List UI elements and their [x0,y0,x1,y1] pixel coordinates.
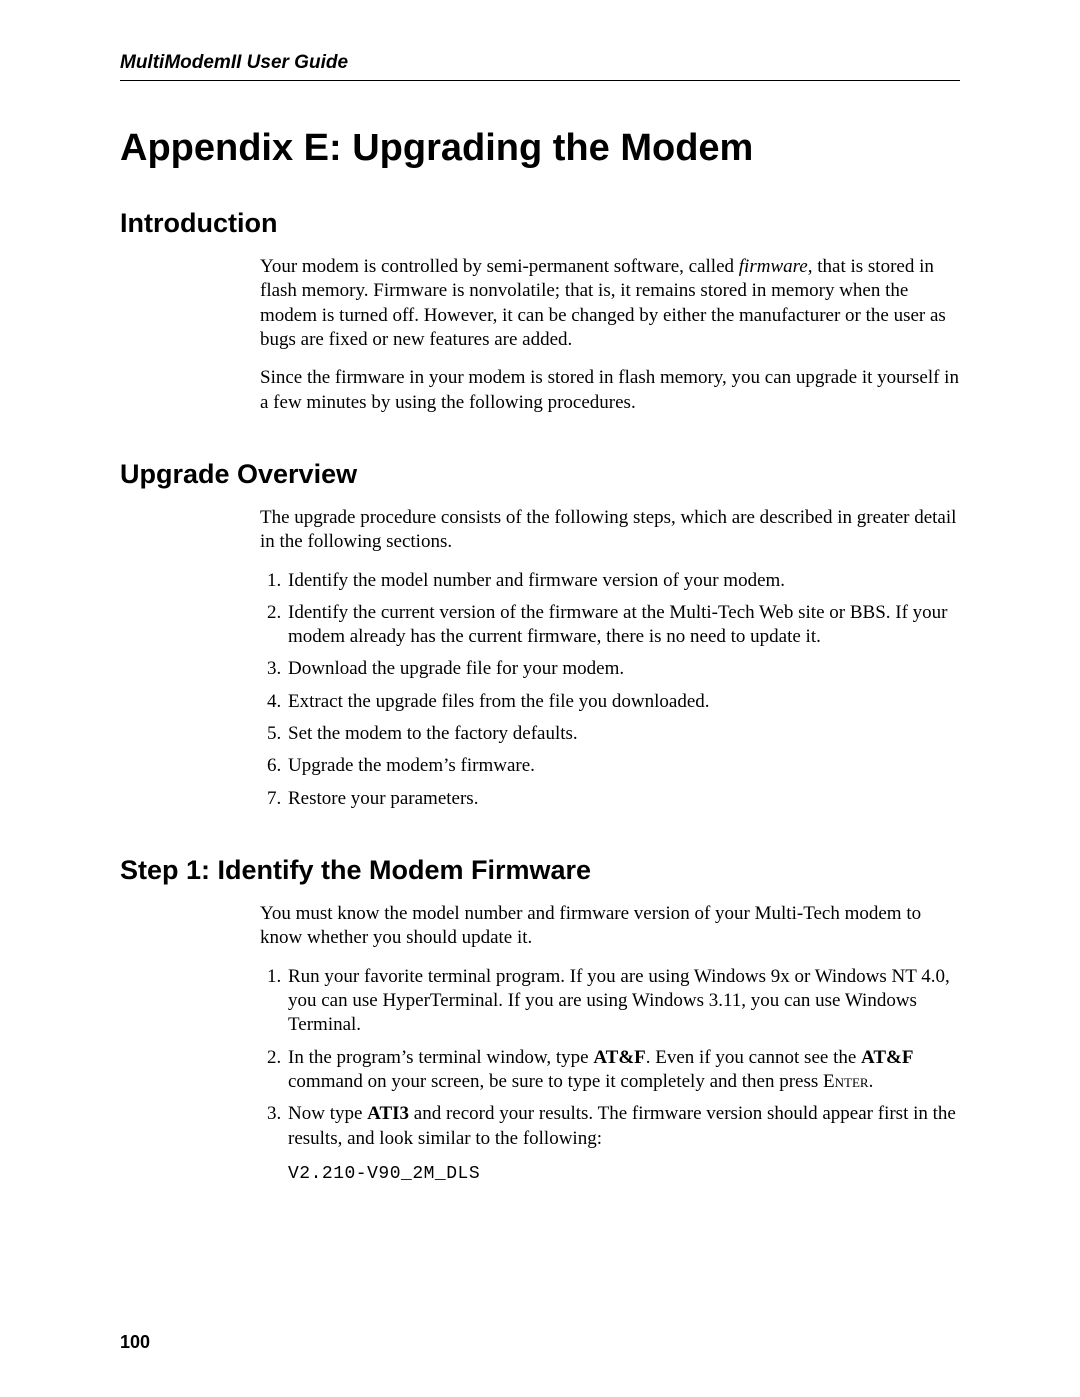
document-page: MultiModemII User Guide Appendix E: Upgr… [0,0,1080,1397]
text-run: Your modem is controlled by semi-permane… [260,256,739,277]
page-title: Appendix E: Upgrading the Modem [120,127,960,170]
list-item: Identify the current version of the firm… [286,601,960,650]
section-body-step1: You must know the model number and firmw… [260,902,960,1186]
list-item: Now type ATI3 and record your results. T… [286,1102,960,1186]
overview-steps-list: Identify the model number and firmware v… [260,569,960,812]
list-item: In the program’s terminal window, type A… [286,1046,960,1095]
section-body-overview: The upgrade procedure consists of the fo… [260,506,960,811]
section-heading-overview: Upgrade Overview [120,459,960,490]
text-run: Now type [288,1103,367,1124]
key-name-enter: Enter [823,1071,869,1092]
page-number: 100 [120,1332,150,1353]
text-run: In the program’s terminal window, type [288,1047,593,1068]
command-text: AT&F [593,1047,645,1068]
step1-paragraph-1: You must know the model number and firmw… [260,902,960,951]
list-item: Download the upgrade file for your modem… [286,657,960,681]
intro-paragraph-2: Since the firmware in your modem is stor… [260,366,960,415]
text-run: . [869,1071,874,1092]
command-text: AT&F [861,1047,913,1068]
text-run: command on your screen, be sure to type … [288,1071,823,1092]
overview-paragraph-1: The upgrade procedure consists of the fo… [260,506,960,555]
list-item: Set the modem to the factory defaults. [286,722,960,746]
section-heading-step1: Step 1: Identify the Modem Firmware [120,855,960,886]
section-heading-introduction: Introduction [120,208,960,239]
italic-term-firmware: firmware [739,256,808,277]
list-item: Restore your parameters. [286,787,960,811]
code-example: V2.210-V90_2M_DLS [288,1164,480,1184]
intro-paragraph-1: Your modem is controlled by semi-permane… [260,255,960,352]
list-item: Run your favorite terminal program. If y… [286,965,960,1038]
list-item: Identify the model number and firmware v… [286,569,960,593]
running-header: MultiModemII User Guide [120,52,960,81]
step1-steps-list: Run your favorite terminal program. If y… [260,965,960,1186]
command-text: ATI3 [367,1103,409,1124]
section-body-introduction: Your modem is controlled by semi-permane… [260,255,960,415]
text-run: . Even if you cannot see the [646,1047,861,1068]
list-item: Upgrade the modem’s firmware. [286,754,960,778]
list-item: Extract the upgrade files from the file … [286,690,960,714]
